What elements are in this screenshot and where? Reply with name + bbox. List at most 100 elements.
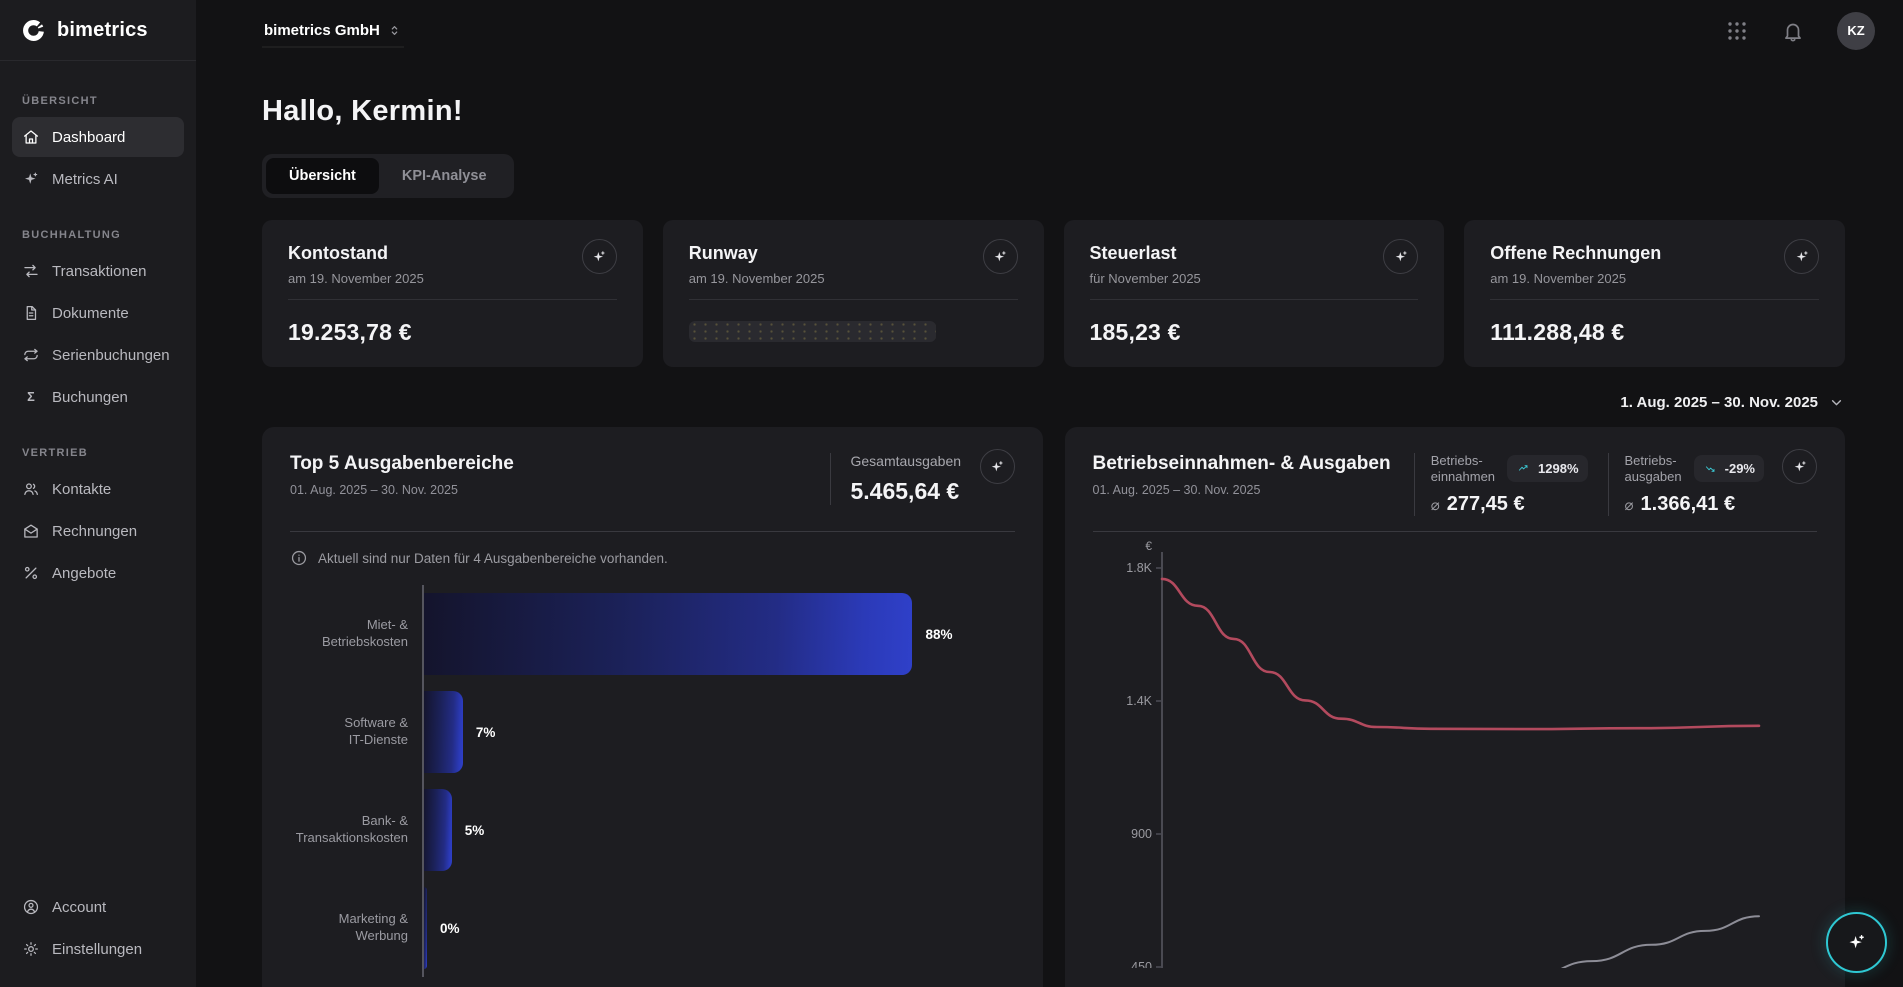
total-expenses-value: 5.465,64 € [851,478,962,505]
main-content: Hallo, Kermin! ÜbersichtKPI-Analyse Kont… [196,61,1903,987]
document-icon [22,304,40,322]
income-expense-panel: Betriebseinnahmen- & Ausgaben 01. Aug. 2… [1065,427,1846,987]
date-range-selector[interactable]: 1. Aug. 2025 – 30. Nov. 2025 [262,389,1845,415]
average-sign: ⌀ [1625,496,1634,514]
sparkle-icon [591,249,607,265]
topbar-actions: KZ [1725,12,1875,50]
bar-bank-transaktionskosten[interactable] [424,789,452,871]
sidebar-item-metrics-ai[interactable]: Metrics AI [12,159,184,199]
sparkle-icon [22,170,40,188]
sidebar-item-angebote[interactable]: Angebote [12,553,184,593]
y-tick-label: 450 [1131,960,1152,968]
sparkle-icon [1794,249,1810,265]
bar-row: 5% [424,781,1015,879]
kpi-card-steuerlast: Steuerlast für November 2025 185,23 € [1064,220,1445,367]
brand-name: bimetrics [57,19,148,42]
company-name: bimetrics GmbH [264,22,380,39]
sidebar-item-label: Kontakte [52,481,111,498]
topbar: bimetrics GmbH KZ [196,0,1903,61]
bar-row: 7% [424,683,1015,781]
divider [288,299,617,300]
trend-badge: -29% [1694,455,1764,482]
percent-icon [22,564,40,582]
ai-sparkle-button[interactable] [980,449,1015,484]
sidebar-item-label: Rechnungen [52,523,137,540]
sidebar-item-account[interactable]: Account [12,887,184,927]
app-root: bimetrics ÜBERSICHT Dashboard Metrics AI BU… [0,0,1903,987]
sidebar-nav: ÜBERSICHT Dashboard Metrics AI BUCHHALTUNG T… [0,61,196,595]
data-notice-text: Aktuell sind nur Daten für 4 Ausgabenber… [318,551,668,566]
bar-marketing-werbung[interactable] [424,887,427,969]
expenses-panel-header: Top 5 Ausgabenbereiche 01. Aug. 2025 – 3… [290,453,1015,517]
kpi-title: Kontostand [288,243,424,264]
stat-value: 277,45 € [1447,493,1525,516]
sidebar-item-kontakte[interactable]: Kontakte [12,469,184,509]
bar-chart-canvas: 88%7%5%0% [422,585,1015,977]
stat-label: Betriebs- ausgaben [1625,453,1682,484]
divider [1093,531,1818,532]
income-expense-stats: Betriebs- einnahmen 1298% ⌀ 277,45 € Bet… [1412,453,1817,516]
view-tabs: ÜbersichtKPI-Analyse [262,154,514,198]
kpi-card-offene-rechnungen: Offene Rechnungen am 19. November 2025 1… [1464,220,1845,367]
kpi-card-row: Kontostand am 19. November 2025 19.253,7… [262,220,1845,367]
bell-icon[interactable] [1781,19,1805,43]
kpi-title: Runway [689,243,825,264]
bar-software-it-dienste[interactable] [424,691,463,773]
income-expense-title: Betriebseinnahmen- & Ausgaben [1093,453,1391,475]
line-betriebsausgaben [1162,579,1759,729]
ai-sparkle-button[interactable] [1782,449,1817,484]
sparkle-icon [1792,459,1808,475]
bar-miet-betriebskosten[interactable] [424,593,912,675]
stat-value: 1.366,41 € [1641,493,1736,516]
income-expense-subtitle: 01. Aug. 2025 – 30. Nov. 2025 [1093,483,1391,497]
sparkle-icon [989,459,1005,475]
bar-category-label: Miet- &Betriebskosten [290,585,408,683]
sidebar-item-label: Metrics AI [52,171,118,188]
chevron-down-icon [1828,394,1845,411]
bimetrics-logo-icon [20,17,47,44]
income-expense-line-chart: €1.8K1.4K900450 [1093,538,1818,973]
date-range-label: 1. Aug. 2025 – 30. Nov. 2025 [1620,394,1818,411]
sidebar-item-serienbuchungen[interactable]: Serienbuchungen [12,335,184,375]
bar-chart-labels: Miet- &BetriebskostenSoftware &IT-Dienst… [290,585,408,977]
sidebar-section-label: ÜBERSICHT [22,95,174,107]
divider [1090,299,1419,300]
ai-sparkle-button[interactable] [582,239,617,274]
sparkle-icon [992,249,1008,265]
ai-sparkle-button[interactable] [983,239,1018,274]
kpi-value: 185,23 € [1090,319,1419,346]
expenses-panel: Top 5 Ausgabenbereiche 01. Aug. 2025 – 3… [262,427,1043,987]
company-selector[interactable]: bimetrics GmbH [262,13,404,48]
kpi-subtitle: am 19. November 2025 [689,271,825,286]
tab-kpi-analyse[interactable]: KPI-Analyse [379,158,510,194]
sidebar-item-label: Dokumente [52,305,129,322]
sidebar-item-label: Account [52,899,106,916]
sidebar-item-einstellungen[interactable]: Einstellungen [12,929,184,969]
total-expenses-label: Gesamtausgaben [851,453,962,469]
ai-assistant-fab[interactable] [1826,912,1887,973]
user-circle-icon [22,898,40,916]
sidebar-item-dashboard[interactable]: Dashboard [12,117,184,157]
line-betriebseinnahmen [1532,916,1759,968]
divider [689,299,1018,300]
ai-sparkle-button[interactable] [1383,239,1418,274]
grid-icon[interactable] [1725,19,1749,43]
stat-label: Betriebs- einnahmen [1431,453,1495,484]
sidebar-item-label: Transaktionen [52,263,147,280]
sidebar-section-label: BUCHHALTUNG [22,229,174,241]
trend-up-icon [1516,462,1532,475]
bar-category-label: Software &IT-Dienste [290,683,408,781]
sidebar-item-transaktionen[interactable]: Transaktionen [12,251,184,291]
sidebar-item-dokumente[interactable]: Dokumente [12,293,184,333]
y-axis-unit: € [1145,539,1152,553]
home-icon [22,128,40,146]
sidebar-item-buchungen[interactable]: ΣBuchungen [12,377,184,417]
trend-badge-value: 1298% [1538,461,1578,476]
tab--bersicht[interactable]: Übersicht [266,158,379,194]
kpi-value: 19.253,78 € [288,319,617,346]
income-expense-panel-header: Betriebseinnahmen- & Ausgaben 01. Aug. 2… [1093,453,1818,517]
sidebar-item-rechnungen[interactable]: Rechnungen [12,511,184,551]
avatar[interactable]: KZ [1837,12,1875,50]
ai-sparkle-button[interactable] [1784,239,1819,274]
y-tick-label: 900 [1131,827,1152,841]
